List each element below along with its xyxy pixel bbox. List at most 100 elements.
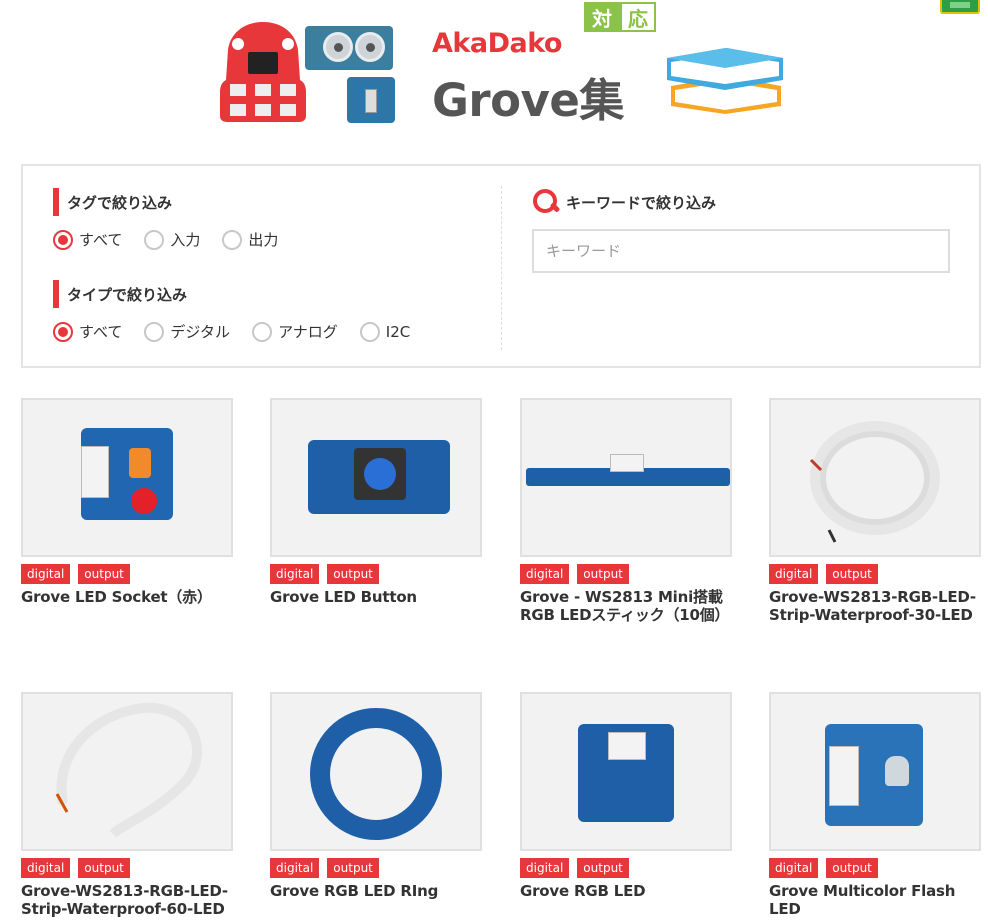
product-image[interactable] [270, 692, 482, 851]
product-title[interactable]: Grove RGB LED RIng [270, 882, 482, 900]
filter-panel: タグで絞り込み すべて 入力 出力 タイプで絞り込み すべて デジタル アナログ… [21, 164, 981, 368]
tag-list: digital output [769, 858, 981, 878]
connector-image [81, 446, 109, 498]
search-icon [532, 188, 560, 216]
filter-divider [501, 186, 502, 350]
tag-badge[interactable]: digital [270, 858, 320, 878]
tag-badge[interactable]: output [327, 858, 379, 878]
blue-button-image [364, 458, 396, 490]
product-title[interactable]: Grove-WS2813-RGB-LED-Strip-Waterproof-30… [769, 588, 981, 624]
books-icon [667, 48, 783, 114]
product-image[interactable] [21, 692, 233, 851]
radio-tag-input[interactable]: 入力 [144, 229, 200, 250]
radio-type-all-dot[interactable] [53, 321, 73, 342]
radio-type-analog-dot[interactable] [252, 321, 273, 342]
connector-image [610, 454, 644, 472]
resistor-image [129, 448, 151, 478]
page-title: Grove集 [432, 74, 624, 127]
page: AkaDako 対 応 Grove集 タグで絞り込み すべて 入力 出力 タイプ… [0, 0, 988, 924]
product-title[interactable]: Grove LED Socket（赤） [21, 588, 233, 606]
tag-filter-label: タグで絞り込み [67, 193, 173, 212]
keyword-filter-label: キーワードで絞り込み [566, 193, 717, 212]
tag-badge[interactable]: digital [270, 564, 320, 584]
product-image[interactable] [520, 398, 732, 557]
sensor-eye-icon [323, 32, 353, 62]
tag-badge[interactable]: digital [520, 564, 570, 584]
keyword-input[interactable] [532, 229, 950, 273]
tag-badge[interactable]: output [577, 858, 629, 878]
radio-type-i2c-dot[interactable] [359, 321, 380, 342]
led-ring-image [310, 708, 442, 840]
tag-badge[interactable]: output [826, 858, 878, 878]
type-filter-title: タイプで絞り込み [53, 280, 187, 308]
type-filter-label: タイプで絞り込み [67, 285, 188, 304]
product-title[interactable]: Grove RGB LED [520, 882, 732, 900]
section-bar [53, 188, 59, 216]
radio-tag-input-label: 入力 [170, 231, 201, 249]
radio-type-i2c[interactable]: I2C [359, 321, 411, 342]
tag-badge[interactable]: output [577, 564, 629, 584]
tag-badge[interactable]: output [78, 858, 130, 878]
header-banner: AkaDako 対 応 Grove集 [0, 0, 988, 150]
tag-list: digital output [520, 564, 732, 584]
tag-badge[interactable]: digital [21, 858, 71, 878]
radio-type-digital-dot[interactable] [144, 321, 165, 342]
product-card[interactable]: digital output Grove - WS2813 Mini搭載RGB … [520, 398, 732, 624]
radio-tag-output-dot[interactable] [222, 229, 243, 250]
radio-type-analog-label: アナログ [278, 323, 338, 341]
product-image[interactable] [270, 398, 482, 557]
sensor-eye-icon [355, 32, 385, 62]
tag-list: digital output [769, 564, 981, 584]
section-bar [53, 280, 59, 308]
tag-badge[interactable]: digital [21, 564, 71, 584]
tag-filter-title: タグで絞り込み [53, 188, 172, 216]
radio-tag-input-dot[interactable] [144, 229, 165, 250]
product-image[interactable] [21, 398, 233, 557]
connector-image [608, 732, 646, 760]
corner-icon[interactable] [940, 0, 980, 14]
radio-type-i2c-label: I2C [385, 322, 411, 341]
tag-list: digital output [21, 858, 233, 878]
switch-module-image [347, 77, 395, 123]
product-title[interactable]: Grove Multicolor Flash LED [769, 882, 981, 918]
brand-badge-2: 応 [620, 2, 656, 32]
tag-badge[interactable]: output [327, 564, 379, 584]
product-title[interactable]: Grove LED Button [270, 588, 482, 606]
ultrasonic-sensor-image [305, 26, 393, 70]
product-card[interactable]: digital output Grove LED Socket（赤） [21, 398, 233, 606]
radio-type-digital-label: デジタル [170, 323, 231, 341]
radio-tag-output[interactable]: 出力 [222, 229, 278, 250]
tag-badge[interactable]: digital [769, 564, 819, 584]
product-card[interactable]: digital output Grove Multicolor Flash LE… [769, 692, 981, 918]
tag-badge[interactable]: digital [769, 858, 819, 878]
tag-list: digital output [270, 564, 482, 584]
tag-badge[interactable]: output [826, 564, 878, 584]
product-card[interactable]: digital output Grove RGB LED RIng [270, 692, 482, 900]
tag-list: digital output [21, 564, 233, 584]
led-strip-coil-image [809, 421, 940, 543]
product-image[interactable] [769, 692, 981, 851]
product-card[interactable]: digital output Grove-WS2813-RGB-LED-Stri… [21, 692, 233, 918]
product-image[interactable] [520, 692, 732, 851]
radio-tag-output-label: 出力 [248, 231, 279, 249]
akadako-board-image [220, 22, 306, 122]
product-image[interactable] [769, 398, 981, 557]
tag-list: digital output [270, 858, 482, 878]
radio-tag-all[interactable]: すべて [53, 229, 122, 250]
tag-badge[interactable]: output [78, 564, 130, 584]
keyword-filter-title: キーワードで絞り込み [532, 188, 716, 216]
product-card[interactable]: digital output Grove LED Button [270, 398, 482, 606]
red-led-image [131, 488, 157, 514]
radio-tag-all-dot[interactable] [53, 229, 73, 250]
brand-badge-1: 対 [584, 2, 620, 32]
radio-type-digital[interactable]: デジタル [144, 321, 230, 342]
product-card[interactable]: digital output Grove-WS2813-RGB-LED-Stri… [769, 398, 981, 624]
flash-led-image [885, 756, 909, 786]
tag-badge[interactable]: digital [520, 858, 570, 878]
radio-type-analog[interactable]: アナログ [252, 321, 338, 342]
tag-list: digital output [520, 858, 732, 878]
product-title[interactable]: Grove - WS2813 Mini搭載RGB LEDスティック（10個） [520, 588, 732, 624]
product-card[interactable]: digital output Grove RGB LED [520, 692, 732, 900]
radio-type-all[interactable]: すべて [53, 321, 122, 342]
product-title[interactable]: Grove-WS2813-RGB-LED-Strip-Waterproof-60… [21, 882, 233, 918]
